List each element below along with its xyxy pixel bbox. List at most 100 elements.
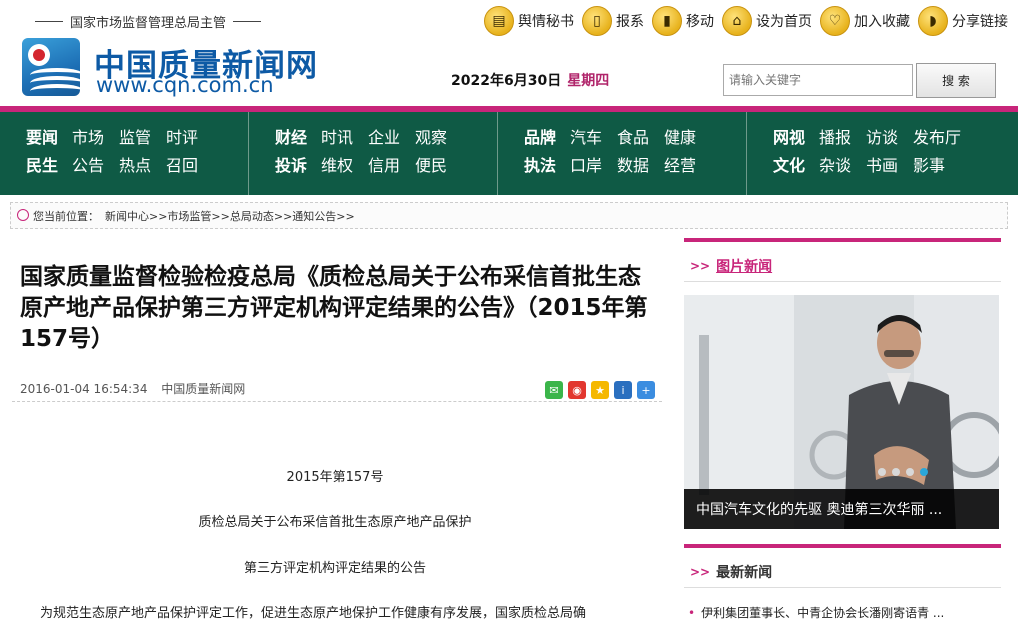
quick-link-label: 设为首页 [756, 14, 812, 30]
weibo-icon[interactable]: ◉ [568, 381, 586, 399]
carousel-dot[interactable] [892, 468, 900, 476]
nav-item[interactable]: 杂谈 [819, 152, 851, 176]
nav-group: 网视 播报 访谈 发布厅 文化 杂谈 书画 影事 [747, 112, 996, 195]
nav-item[interactable]: 便民 [415, 152, 447, 176]
article-datetime: 2016-01-04 16:54:34 [20, 382, 148, 396]
book-icon: ▤ [484, 6, 514, 36]
nav-head[interactable]: 网视 [773, 124, 805, 148]
nav-item[interactable]: 影事 [913, 152, 945, 176]
nav-item[interactable]: 播报 [819, 124, 851, 148]
nav-item[interactable]: 发布厅 [913, 124, 961, 148]
nav-item[interactable]: 热点 [119, 152, 151, 176]
article-paragraph: 为规范生态原产地产品保护评定工作，促进生态原产地保护工作健康有序发展，国家质检总… [40, 606, 587, 621]
nav-item[interactable]: 市场 [72, 124, 104, 148]
quick-link-label: 报系 [616, 14, 644, 30]
nav-item[interactable]: 食品 [617, 124, 649, 148]
phone-icon: ▮ [652, 6, 682, 36]
nav-item[interactable]: 监管 [119, 124, 151, 148]
nav-item[interactable]: 观察 [415, 124, 447, 148]
article-meta: 2016-01-04 16:54:34 中国质量新闻网 [20, 380, 255, 397]
site-header: 国家市场监督管理总局主管 中国质量新闻网 www.cqn.com.cn ▤ 舆情… [0, 0, 1018, 106]
quick-link-label: 移动 [686, 14, 714, 30]
wechat-icon[interactable]: ✉ [545, 381, 563, 399]
nav-item[interactable]: 企业 [368, 124, 400, 148]
carousel-dots [878, 468, 928, 476]
divider [35, 21, 63, 22]
nav-head[interactable]: 民生 [26, 152, 58, 176]
site-url[interactable]: www.cqn.com.cn [96, 73, 274, 97]
carousel-dot-active[interactable] [920, 468, 928, 476]
nav-head[interactable]: 投诉 [275, 152, 307, 176]
latest-news-item[interactable]: • 伊利集团董事长、中青企协会长潘刚寄语青 ... [688, 604, 944, 621]
article-source[interactable]: 中国质量新闻网 [161, 382, 245, 396]
quick-link-label: 分享链接 [952, 14, 1008, 30]
nav-item[interactable]: 召回 [166, 152, 198, 176]
document-icon: ▯ [582, 6, 612, 36]
nav-item[interactable]: 汽车 [570, 124, 602, 148]
quick-link-share[interactable]: ◗ 分享链接 [918, 6, 1008, 36]
nav-item[interactable]: 书画 [866, 152, 898, 176]
latest-news-title[interactable]: 最新新闻 [716, 562, 772, 582]
article-paragraph: 2015年第157号 [286, 470, 384, 485]
photo-caption[interactable]: 中国汽车文化的先驱 奥迪第三次华丽 ... [684, 489, 999, 529]
more-icon[interactable]: + [637, 381, 655, 399]
photo-news-header: >> 图片新闻 [684, 238, 1001, 282]
quick-link-yuqing[interactable]: ▤ 舆情秘书 [484, 6, 574, 36]
site-logo-icon[interactable] [22, 38, 80, 96]
main-nav: 要闻 市场 监管 时评 民生 公告 热点 召回 财经 时讯 企业 观察 投诉 维… [0, 112, 1018, 195]
rss-icon: ◗ [918, 6, 948, 36]
nav-item[interactable]: 时讯 [321, 124, 353, 148]
nav-item[interactable]: 公告 [72, 152, 104, 176]
heart-icon: ♡ [820, 6, 850, 36]
carousel-dot[interactable] [878, 468, 886, 476]
supervisor-text: 国家市场监督管理总局主管 [70, 16, 227, 31]
nav-item[interactable]: 时评 [166, 124, 198, 148]
home-icon: ⌂ [722, 6, 752, 36]
nav-item[interactable]: 口岸 [570, 152, 602, 176]
latest-news-text[interactable]: 伊利集团董事长、中青企协会长潘刚寄语青 ... [701, 606, 944, 620]
quick-link-set-home[interactable]: ⌂ 设为首页 [722, 6, 812, 36]
renren-icon[interactable]: i [614, 381, 632, 399]
search-button[interactable]: 搜 索 [916, 63, 996, 98]
quick-link-label: 加入收藏 [854, 14, 910, 30]
article-title: 国家质量监督检验检疫总局《质检总局关于公布采信首批生态原产地产品保护第三方评定机… [20, 264, 648, 352]
nav-head[interactable]: 文化 [773, 152, 805, 176]
breadcrumb-label: 您当前位置： [33, 209, 99, 223]
nav-head[interactable]: 财经 [275, 124, 307, 148]
quick-links: ▤ 舆情秘书 ▯ 报系 ▮ 移动 ⌂ 设为首页 ♡ 加入收藏 ◗ 分享链接 [484, 6, 1008, 36]
bullet-icon: • [688, 606, 696, 620]
nav-head[interactable]: 执法 [524, 152, 556, 176]
breadcrumb: 您当前位置： 新闻中心>>市场监管>>总局动态>>通知公告>> [10, 202, 1008, 229]
quick-link-label: 舆情秘书 [518, 14, 574, 30]
breadcrumb-path[interactable]: 新闻中心>>市场监管>>总局动态>>通知公告>> [105, 208, 355, 224]
nav-group: 品牌 汽车 食品 健康 执法 口岸 数据 经营 [498, 112, 747, 195]
date-text: 2022年6月30日 [451, 73, 562, 89]
search-input[interactable] [723, 64, 913, 96]
supervisor-line: 国家市场监督管理总局主管 [28, 12, 268, 31]
quick-link-favorite[interactable]: ♡ 加入收藏 [820, 6, 910, 36]
nav-head[interactable]: 品牌 [524, 124, 556, 148]
location-icon [17, 209, 29, 221]
nav-group: 财经 时讯 企业 观察 投诉 维权 信用 便民 [249, 112, 498, 195]
nav-head[interactable]: 要闻 [26, 124, 58, 148]
nav-item[interactable]: 信用 [368, 152, 400, 176]
quick-link-baoxi[interactable]: ▯ 报系 [582, 6, 644, 36]
photo-news-carousel[interactable]: 中国汽车文化的先驱 奥迪第三次华丽 ... [684, 295, 999, 529]
nav-item[interactable]: 访谈 [866, 124, 898, 148]
section-marker-icon: >> [690, 565, 711, 579]
section-marker-icon: >> [690, 259, 711, 273]
nav-item[interactable]: 健康 [664, 124, 696, 148]
meta-divider [12, 401, 662, 402]
article-paragraph: 质检总局关于公布采信首批生态原产地产品保护 [198, 515, 472, 530]
photo-news-title[interactable]: 图片新闻 [716, 256, 772, 276]
carousel-dot[interactable] [906, 468, 914, 476]
latest-news-header: >> 最新新闻 [684, 544, 1001, 588]
nav-group: 要闻 市场 监管 时评 民生 公告 热点 召回 [0, 112, 249, 195]
nav-item[interactable]: 维权 [321, 152, 353, 176]
qzone-icon[interactable]: ★ [591, 381, 609, 399]
nav-item[interactable]: 数据 [617, 152, 649, 176]
quick-link-mobile[interactable]: ▮ 移动 [652, 6, 714, 36]
nav-item[interactable]: 经营 [664, 152, 696, 176]
current-date: 2022年6月30日 星期四 [451, 70, 609, 90]
share-icons: ✉ ◉ ★ i + [545, 381, 655, 399]
